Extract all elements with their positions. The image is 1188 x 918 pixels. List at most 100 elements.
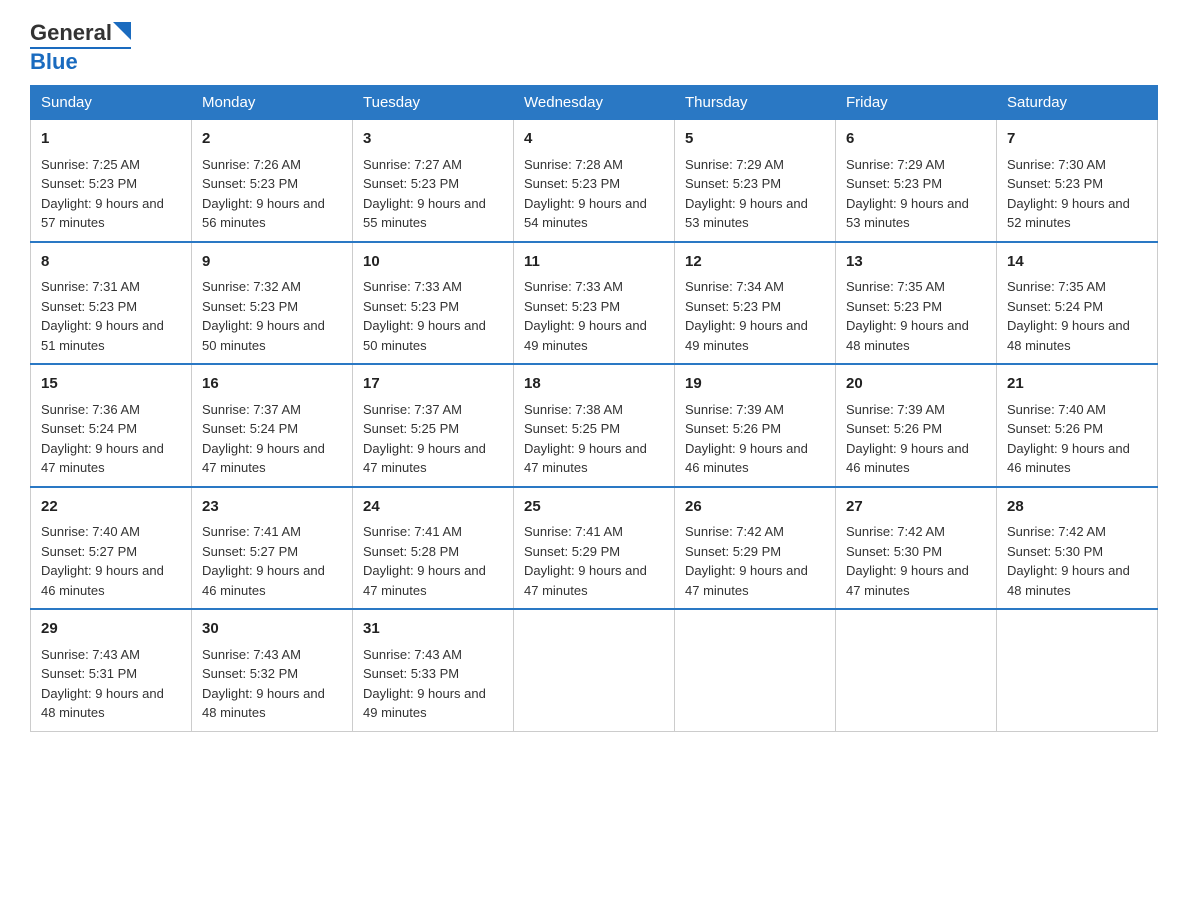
sunrise-text: Sunrise: 7:25 AM (41, 157, 140, 172)
calendar-cell: 3 Sunrise: 7:27 AM Sunset: 5:23 PM Daylight… (353, 120, 514, 242)
daylight-text: Daylight: 9 hours and 47 minutes (202, 441, 325, 476)
day-number: 17 (363, 373, 503, 396)
day-number: 16 (202, 373, 342, 396)
calendar-cell: 24 Sunrise: 7:41 AM Sunset: 5:28 PM Dayligh… (353, 487, 514, 610)
sunset-text: Sunset: 5:29 PM (685, 544, 781, 559)
sunrise-text: Sunrise: 7:27 AM (363, 157, 462, 172)
day-number: 28 (1007, 496, 1147, 519)
daylight-text: Daylight: 9 hours and 48 minutes (1007, 318, 1130, 353)
column-header-sunday: Sunday (31, 86, 192, 120)
day-number: 22 (41, 496, 181, 519)
sunset-text: Sunset: 5:32 PM (202, 666, 298, 681)
daylight-text: Daylight: 9 hours and 56 minutes (202, 196, 325, 231)
calendar-cell: 29Sunrise: 7:43 AMSunset: 5:31 PMDayligh… (31, 609, 192, 731)
sunset-text: Sunset: 5:24 PM (1007, 299, 1103, 314)
day-number: 9 (202, 251, 342, 274)
logo: General Blue (30, 20, 131, 75)
daylight-text: Daylight: 9 hours and 47 minutes (846, 563, 969, 598)
sunset-text: Sunset: 5:24 PM (202, 421, 298, 436)
sunset-text: Sunset: 5:23 PM (41, 176, 137, 191)
sunrise-text: Sunrise: 7:33 AM (524, 279, 623, 294)
daylight-text: Daylight: 9 hours and 55 minutes (363, 196, 486, 231)
daylight-text: Daylight: 9 hours and 48 minutes (41, 686, 164, 721)
sunset-text: Sunset: 5:30 PM (846, 544, 942, 559)
day-number: 2 (202, 128, 342, 151)
calendar-cell: 19Sunrise: 7:39 AMSunset: 5:26 PMDayligh… (675, 364, 836, 487)
sunrise-text: Sunrise: 7:33 AM (363, 279, 462, 294)
daylight-text: Daylight: 9 hours and 48 minutes (846, 318, 969, 353)
sunset-text: Sunset: 5:29 PM (524, 544, 620, 559)
sunset-text: Sunset: 5:23 PM (363, 299, 459, 314)
sunset-text: Sunset: 5:28 PM (363, 544, 459, 559)
day-number: 24 (363, 496, 503, 519)
sunset-text: Sunset: 5:26 PM (846, 421, 942, 436)
daylight-text: Daylight: 9 hours and 52 minutes (1007, 196, 1130, 231)
sunset-text: Sunset: 5:31 PM (41, 666, 137, 681)
daylight-text: Daylight: 9 hours and 51 minutes (41, 318, 164, 353)
calendar-header-row: SundayMondayTuesdayWednesdayThursdayFrid… (31, 86, 1158, 120)
calendar-cell: 28Sunrise: 7:42 AMSunset: 5:30 PMDayligh… (997, 487, 1158, 610)
sunset-text: Sunset: 5:23 PM (524, 299, 620, 314)
day-number: 10 (363, 251, 503, 274)
day-number: 26 (685, 496, 825, 519)
sunrise-text: Sunrise: 7:32 AM (202, 279, 301, 294)
sunset-text: Sunset: 5:23 PM (363, 176, 459, 191)
sunrise-text: Sunrise: 7:41 AM (363, 524, 462, 539)
daylight-text: Daylight: 9 hours and 48 minutes (1007, 563, 1130, 598)
day-number: 19 (685, 373, 825, 396)
sunset-text: Sunset: 5:25 PM (363, 421, 459, 436)
day-number: 7 (1007, 128, 1147, 151)
sunset-text: Sunset: 5:24 PM (41, 421, 137, 436)
sunset-text: Sunset: 5:23 PM (846, 176, 942, 191)
daylight-text: Daylight: 9 hours and 46 minutes (41, 563, 164, 598)
sunrise-text: Sunrise: 7:29 AM (846, 157, 945, 172)
sunrise-text: Sunrise: 7:39 AM (846, 402, 945, 417)
calendar-cell: 21Sunrise: 7:40 AMSunset: 5:26 PMDayligh… (997, 364, 1158, 487)
column-header-saturday: Saturday (997, 86, 1158, 120)
day-number: 21 (1007, 373, 1147, 396)
sunset-text: Sunset: 5:33 PM (363, 666, 459, 681)
calendar-cell: 17 Sunrise: 7:37 AM Sunset: 5:25 PM Dayligh… (353, 364, 514, 487)
sunset-text: Sunset: 5:27 PM (41, 544, 137, 559)
day-number: 6 (846, 128, 986, 151)
calendar-cell: 8Sunrise: 7:31 AMSunset: 5:23 PMDaylight… (31, 242, 192, 365)
page-header: General Blue (30, 20, 1158, 75)
calendar-cell: 11Sunrise: 7:33 AMSunset: 5:23 PMDayligh… (514, 242, 675, 365)
week-row-2: 8 Sunrise: 7:31 AM Sunset: 5:23 PM Daylight… (31, 242, 1158, 365)
day-number: 3 (363, 128, 503, 151)
calendar-table: SundayMondayTuesdayWednesdayThursdayFrid… (30, 85, 1158, 732)
daylight-text: Daylight: 9 hours and 47 minutes (363, 563, 486, 598)
sunset-text: Sunset: 5:26 PM (685, 421, 781, 436)
sunrise-text: Sunrise: 7:34 AM (685, 279, 784, 294)
sunrise-text: Sunrise: 7:43 AM (363, 647, 462, 662)
sunset-text: Sunset: 5:23 PM (524, 176, 620, 191)
sunset-text: Sunset: 5:25 PM (524, 421, 620, 436)
sunrise-text: Sunrise: 7:37 AM (363, 402, 462, 417)
day-number: 8 (41, 251, 181, 274)
week-row-5: 29Sunrise: 7:43 AMSunset: 5:31 PMDayligh… (31, 609, 1158, 731)
column-header-tuesday: Tuesday (353, 86, 514, 120)
calendar-cell: 10Sunrise: 7:33 AMSunset: 5:23 PMDayligh… (353, 242, 514, 365)
day-number: 5 (685, 128, 825, 151)
sunrise-text: Sunrise: 7:40 AM (1007, 402, 1106, 417)
calendar-cell: 20Sunrise: 7:39 AMSunset: 5:26 PMDayligh… (836, 364, 997, 487)
sunrise-text: Sunrise: 7:42 AM (846, 524, 945, 539)
daylight-text: Daylight: 9 hours and 48 minutes (202, 686, 325, 721)
week-row-1: 1 Sunrise: 7:25 AM Sunset: 5:23 PM Daylight… (31, 120, 1158, 242)
daylight-text: Daylight: 9 hours and 47 minutes (41, 441, 164, 476)
daylight-text: Daylight: 9 hours and 47 minutes (363, 441, 486, 476)
sunrise-text: Sunrise: 7:31 AM (41, 279, 140, 294)
calendar-cell: 5Sunrise: 7:29 AMSunset: 5:23 PMDaylight… (675, 120, 836, 242)
day-number: 1 (41, 128, 181, 151)
calendar-cell: 9Sunrise: 7:32 AMSunset: 5:23 PMDaylight… (192, 242, 353, 365)
sunrise-text: Sunrise: 7:43 AM (202, 647, 301, 662)
daylight-text: Daylight: 9 hours and 46 minutes (202, 563, 325, 598)
sunset-text: Sunset: 5:23 PM (685, 299, 781, 314)
day-number: 4 (524, 128, 664, 151)
calendar-cell: 23Sunrise: 7:41 AMSunset: 5:27 PMDayligh… (192, 487, 353, 610)
week-row-3: 15Sunrise: 7:36 AMSunset: 5:24 PMDayligh… (31, 364, 1158, 487)
daylight-text: Daylight: 9 hours and 46 minutes (1007, 441, 1130, 476)
sunrise-text: Sunrise: 7:38 AM (524, 402, 623, 417)
day-number: 31 (363, 618, 503, 641)
daylight-text: Daylight: 9 hours and 49 minutes (685, 318, 808, 353)
